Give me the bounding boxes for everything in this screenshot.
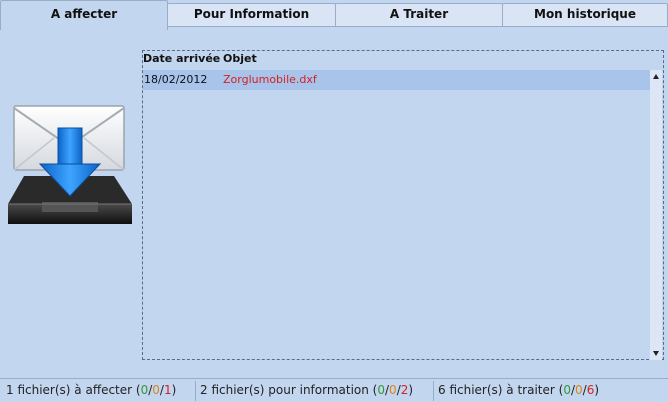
column-header-object[interactable]: Objet: [223, 52, 257, 65]
vertical-scrollbar[interactable]: [650, 70, 662, 360]
tab-bar: A affecter Pour Information A Traiter Mo…: [0, 0, 668, 30]
row-date: 18/02/2012: [144, 73, 208, 86]
status-divider: [433, 381, 434, 401]
status-traiter: 6 fichier(s) à traiter (0/0/6): [438, 383, 600, 397]
tab-pour-information[interactable]: Pour Information: [167, 3, 336, 27]
status-information: 2 fichier(s) pour information (0/0/2): [200, 383, 414, 397]
status-bar: 1 fichier(s) à affecter (0/0/1) 2 fichie…: [0, 378, 668, 402]
tab-mon-historique[interactable]: Mon historique: [502, 3, 668, 27]
tab-a-traiter[interactable]: A Traiter: [335, 3, 503, 27]
row-object-link[interactable]: Zorglumobile.dxf: [223, 73, 317, 86]
status-affecter: 1 fichier(s) à affecter (0/0/1): [6, 383, 177, 397]
column-header-date[interactable]: Date arrivée: [143, 52, 220, 65]
status-divider: [195, 381, 196, 401]
table-row[interactable]: 18/02/2012 Zorglumobile.dxf: [143, 70, 651, 90]
scroll-up-icon[interactable]: [653, 74, 659, 79]
scroll-down-icon[interactable]: [653, 351, 659, 356]
inbox-download-icon: [8, 105, 132, 224]
tab-a-affecter[interactable]: A affecter: [0, 0, 168, 30]
file-list-panel: Date arrivée Objet 18/02/2012 Zorglumobi…: [142, 50, 664, 360]
